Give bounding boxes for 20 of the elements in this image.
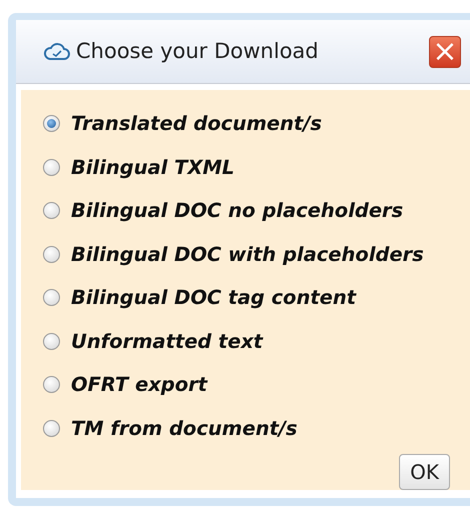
option-label: Bilingual DOC no placeholders [71, 198, 404, 224]
radio-button[interactable] [43, 289, 60, 306]
cloud-icon [44, 42, 70, 60]
option-label: TM from document/s [71, 416, 298, 442]
ok-button[interactable]: OK [399, 454, 450, 490]
radio-button[interactable] [43, 202, 60, 220]
radio-button[interactable] [43, 332, 60, 350]
option-label: Translated document/s [71, 111, 322, 138]
option-label: Bilingual DOC tag content [71, 285, 356, 312]
radio-button[interactable] [43, 420, 60, 437]
radio-button[interactable] [43, 115, 60, 132]
close-button[interactable]: × [429, 36, 461, 68]
window-title: Choose your Download [76, 38, 320, 65]
radio-button[interactable] [43, 246, 60, 263]
option-label: Unformatted text [71, 328, 263, 355]
option-label: Bilingual DOC with placeholders [71, 242, 424, 268]
radio-button[interactable] [43, 158, 60, 176]
option-label: OFRT export [71, 372, 208, 398]
option-label: Bilingual TXML [71, 154, 234, 181]
radio-button[interactable] [43, 376, 60, 394]
